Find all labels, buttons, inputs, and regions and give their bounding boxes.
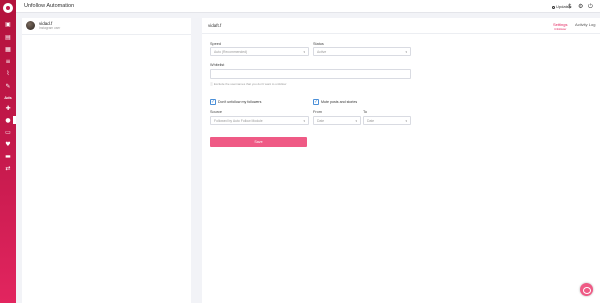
keep-followers-checkbox[interactable]: ✓ bbox=[210, 99, 216, 105]
speed-label: Speed bbox=[210, 42, 221, 46]
tab-settings-sub: Unfollower bbox=[554, 27, 567, 31]
comment-icon[interactable]: ▬ bbox=[4, 153, 12, 160]
updates-icon bbox=[552, 5, 555, 9]
power-icon[interactable]: ⏻ bbox=[588, 3, 593, 10]
top-bar: Unfollow Automation Updates $ ⚙ ⏻ bbox=[16, 0, 600, 13]
repeat-icon[interactable]: ⇄ bbox=[4, 165, 12, 172]
chevron-down-icon: ▾ bbox=[355, 119, 357, 123]
from-value: Date bbox=[317, 119, 325, 123]
tab-settings[interactable]: Settings Unfollower bbox=[553, 22, 567, 31]
from-date-select[interactable]: Date ▾ bbox=[313, 116, 361, 125]
whitelist-hint: ⓘ Exclude the usernames that you don't w… bbox=[210, 82, 287, 86]
calendar-icon[interactable]: ▦ bbox=[4, 46, 12, 53]
add-user-icon[interactable]: ✚ bbox=[4, 105, 12, 112]
chevron-down-icon: ▾ bbox=[303, 119, 305, 123]
panel-title: vidaft.f bbox=[208, 23, 222, 28]
heart-icon[interactable]: ♥ bbox=[4, 141, 12, 148]
settings-panel: vidaft.f Settings Unfollower Activity Lo… bbox=[202, 18, 600, 303]
status-label: Status bbox=[313, 42, 324, 46]
chevron-down-icon: ▾ bbox=[303, 50, 305, 54]
keep-followers-label: Don't unfollow my followers bbox=[218, 100, 262, 104]
to-date-select[interactable]: Date ▾ bbox=[363, 116, 411, 125]
save-button[interactable]: Save bbox=[210, 137, 307, 147]
gear-icon[interactable]: ⚙ bbox=[578, 3, 583, 10]
account-row[interactable]: vidad.f Instagram user bbox=[22, 18, 191, 35]
source-label: Source bbox=[210, 110, 223, 114]
logo-icon[interactable] bbox=[3, 3, 13, 13]
accounts-panel: vidad.f Instagram user bbox=[22, 18, 191, 303]
sidebar-item-ads[interactable]: Ads bbox=[0, 95, 16, 101]
to-label: To bbox=[363, 110, 368, 114]
panel-header: vidaft.f Settings Unfollower Activity Lo… bbox=[202, 18, 600, 34]
chevron-down-icon: ▾ bbox=[405, 119, 407, 123]
chat-button[interactable] bbox=[580, 283, 593, 296]
mute-posts-label: Mute posts and stories bbox=[321, 100, 358, 104]
book-icon[interactable]: ▤ bbox=[4, 34, 12, 41]
whitelist-input[interactable] bbox=[210, 69, 411, 79]
from-label: From bbox=[313, 110, 322, 114]
whitelist-hint-text: Exclude the usernames that you don't wan… bbox=[213, 82, 287, 86]
active-indicator bbox=[13, 116, 16, 124]
chart-icon[interactable]: ⌇ bbox=[4, 70, 12, 77]
tab-settings-label: Settings bbox=[553, 22, 568, 27]
list-icon[interactable]: ≡ bbox=[4, 58, 12, 65]
app-title: Unfollow Automation bbox=[24, 3, 75, 9]
sidebar: ▣ ▤ ▦ ≡ ⌇ ✎ Ads ✚ ● ▭ ♥ ▬ ⇄ bbox=[0, 0, 16, 303]
dashboard-icon[interactable]: ▣ bbox=[4, 21, 12, 28]
source-select[interactable]: Followed by Auto Follow Module ▾ bbox=[210, 116, 309, 125]
remove-user-icon[interactable]: ● bbox=[4, 117, 12, 124]
chevron-down-icon: ▾ bbox=[405, 50, 407, 54]
whitelist-label: Whitelist bbox=[210, 63, 225, 67]
status-value: Active bbox=[317, 50, 327, 54]
to-value: Date bbox=[367, 119, 375, 123]
dollar-icon[interactable]: $ bbox=[568, 3, 572, 10]
mute-posts-checkbox[interactable]: ✓ bbox=[313, 99, 319, 105]
speed-select[interactable]: Auto (Recommended) ▾ bbox=[210, 47, 309, 56]
tab-activity-log[interactable]: Activity Log bbox=[575, 22, 595, 27]
speed-value: Auto (Recommended) bbox=[214, 50, 248, 54]
avatar bbox=[26, 21, 35, 30]
message-icon[interactable]: ▭ bbox=[4, 129, 12, 136]
source-value: Followed by Auto Follow Module bbox=[214, 119, 263, 123]
pin-icon[interactable]: ✎ bbox=[4, 83, 12, 90]
account-subtitle: Instagram user bbox=[39, 26, 61, 30]
status-select[interactable]: Active ▾ bbox=[313, 47, 411, 56]
